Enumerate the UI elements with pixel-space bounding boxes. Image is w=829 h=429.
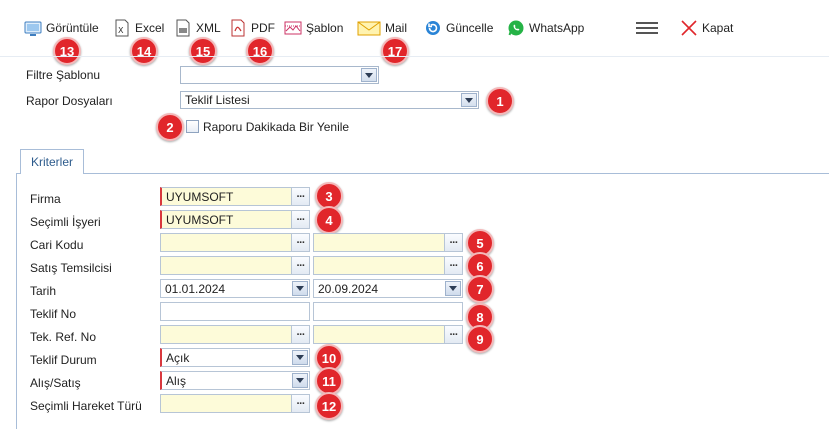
chevron-down-icon[interactable] — [361, 68, 377, 82]
view-button[interactable]: Görüntüle — [24, 18, 99, 38]
xml-file-icon — [176, 19, 190, 37]
satis-temsilcisi-to-input[interactable]: ··· — [313, 256, 463, 275]
filter-template-select[interactable] — [180, 66, 379, 84]
ellipsis-icon[interactable]: ··· — [291, 395, 309, 412]
auto-refresh-checkbox[interactable] — [186, 120, 199, 133]
xml-button[interactable]: XML — [174, 18, 221, 38]
badge-1: 1 — [486, 87, 514, 115]
badge-7: 7 — [466, 275, 494, 303]
badge-13: 13 — [53, 37, 81, 65]
teklif-no-label: Teklif No — [30, 307, 77, 321]
chevron-down-icon[interactable] — [292, 350, 308, 365]
auto-refresh-label: Raporu Dakikada Bir Yenile — [203, 120, 350, 134]
tab-criteria[interactable]: Kriterler — [20, 149, 84, 174]
report-files-label: Rapor Dosyaları — [26, 94, 113, 108]
alis-satis-value: Alış — [166, 373, 187, 388]
teklif-durum-label: Teklif Durum — [30, 353, 97, 367]
monitor-icon — [24, 21, 42, 36]
tek-ref-no-to-input[interactable]: ··· — [313, 325, 463, 344]
chevron-down-icon[interactable] — [292, 373, 308, 388]
excel-label: Excel — [135, 21, 165, 35]
hamburger-menu-icon — [636, 22, 658, 34]
badge-17: 17 — [381, 37, 409, 65]
excel-button[interactable]: X Excel — [113, 18, 164, 38]
badge-14: 14 — [130, 37, 158, 65]
isyeri-value: UYUMSOFT — [166, 212, 234, 227]
excel-file-icon: X — [115, 19, 129, 37]
svg-text:X: X — [118, 26, 124, 35]
tek-ref-no-from-input[interactable]: ··· — [160, 325, 310, 344]
mail-envelope-icon — [357, 21, 381, 36]
firma-label: Firma — [30, 192, 61, 206]
whatsapp-button[interactable]: WhatsApp — [507, 18, 584, 38]
close-x-icon — [681, 20, 697, 36]
refresh-icon — [426, 21, 440, 35]
pdf-file-icon — [231, 19, 245, 37]
alis-satis-label: Alış/Satış — [30, 376, 81, 390]
whatsapp-label: WhatsApp — [529, 21, 585, 35]
report-files-select[interactable]: Teklif Listesi — [180, 91, 479, 109]
pdf-button[interactable]: PDF — [229, 18, 275, 38]
refresh-label: Güncelle — [446, 21, 494, 35]
ellipsis-icon[interactable]: ··· — [291, 326, 309, 343]
firma-input[interactable]: UYUMSOFT ··· — [160, 187, 310, 206]
alis-satis-select[interactable]: Alış — [160, 371, 310, 390]
tarih-from-datepicker[interactable]: 01.01.2024 — [160, 279, 310, 298]
badge-2: 2 — [156, 113, 184, 141]
satis-temsilcisi-label: Satış Temsilcisi — [30, 261, 112, 275]
ellipsis-icon[interactable]: ··· — [444, 326, 462, 343]
isyeri-label: Seçimli İşyeri — [30, 215, 101, 229]
chevron-down-icon[interactable] — [292, 281, 308, 296]
hamburger-menu-button[interactable] — [636, 18, 658, 38]
ellipsis-icon[interactable]: ··· — [291, 211, 309, 228]
teklif-no-to-input[interactable] — [313, 302, 463, 321]
cari-kodu-label: Cari Kodu — [30, 238, 84, 252]
ellipsis-icon[interactable]: ··· — [444, 257, 462, 274]
teklif-no-from-input[interactable] — [160, 302, 310, 321]
badge-12: 12 — [315, 392, 343, 420]
whatsapp-icon — [508, 20, 524, 36]
badge-16: 16 — [246, 37, 274, 65]
teklif-durum-select[interactable]: Açık — [160, 348, 310, 367]
template-label: Şablon — [306, 21, 344, 35]
badge-9: 9 — [466, 325, 494, 353]
firma-value: UYUMSOFT — [166, 189, 234, 204]
ellipsis-icon[interactable]: ··· — [291, 188, 309, 205]
tarih-to-value: 20.09.2024 — [318, 281, 379, 296]
mail-label: Mail — [385, 21, 408, 35]
cari-kodu-to-input[interactable]: ··· — [313, 233, 463, 252]
tarih-from-value: 01.01.2024 — [165, 281, 226, 296]
ellipsis-icon[interactable]: ··· — [291, 257, 309, 274]
toolbar: Görüntüle X Excel XML PDF Şablon Mail Gü… — [0, 0, 829, 56]
report-files-value: Teklif Listesi — [185, 93, 250, 107]
close-label: Kapat — [702, 21, 734, 35]
tarih-label: Tarih — [30, 284, 57, 298]
mail-button[interactable]: Mail — [357, 18, 407, 38]
hareket-turu-input[interactable]: ··· — [160, 394, 310, 413]
chevron-down-icon[interactable] — [461, 93, 477, 107]
badge-4: 4 — [315, 206, 343, 234]
view-label: Görüntüle — [46, 21, 99, 35]
isyeri-input[interactable]: UYUMSOFT ··· — [160, 210, 310, 229]
satis-temsilcisi-from-input[interactable]: ··· — [160, 256, 310, 275]
pdf-label: PDF — [251, 21, 275, 35]
template-button[interactable]: Şablon — [284, 18, 343, 38]
xml-label: XML — [196, 21, 221, 35]
criteria-panel — [16, 173, 829, 429]
badge-15: 15 — [189, 37, 217, 65]
refresh-button[interactable]: Güncelle — [424, 18, 493, 38]
cari-kodu-from-input[interactable]: ··· — [160, 233, 310, 252]
ellipsis-icon[interactable]: ··· — [444, 234, 462, 251]
filter-template-label: Filtre Şablonu — [26, 68, 101, 82]
close-button[interactable]: Kapat — [680, 18, 733, 38]
hareket-turu-label: Seçimli Hareket Türü — [30, 399, 142, 413]
tarih-to-datepicker[interactable]: 20.09.2024 — [313, 279, 463, 298]
teklif-durum-value: Açık — [166, 350, 190, 365]
toolbar-divider — [0, 56, 829, 57]
chevron-down-icon[interactable] — [445, 281, 461, 296]
badge-11: 11 — [315, 367, 343, 395]
template-icon — [284, 21, 302, 35]
tek-ref-no-label: Tek. Ref. No — [30, 330, 97, 344]
ellipsis-icon[interactable]: ··· — [291, 234, 309, 251]
